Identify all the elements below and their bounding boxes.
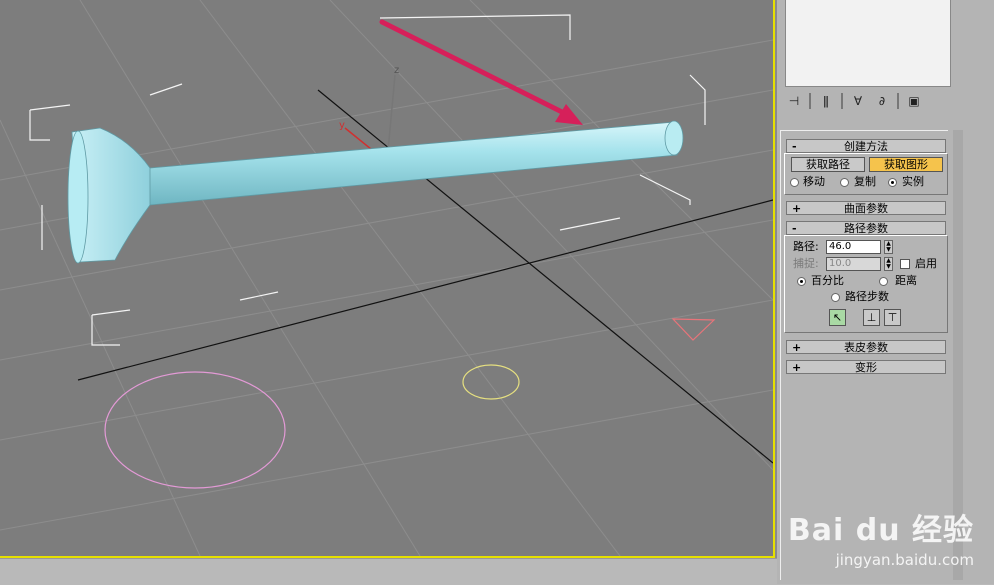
pin-stack-icon[interactable]: ⊣ — [785, 92, 803, 110]
radio-percent-label: 百分比 — [811, 274, 844, 287]
expand-toggle: + — [792, 202, 802, 215]
command-panel: ⊣ ǁ ∀ ∂ ▣ - 创建方法 获取路径 获取图形 移动 复制 实例 + 曲面… — [777, 0, 994, 584]
collapse-toggle: - — [792, 140, 797, 153]
gizmo-y-label: y — [339, 120, 345, 131]
get-path-button[interactable]: 获取路径 — [791, 157, 865, 172]
path-value-input[interactable]: 46.0 — [826, 240, 881, 254]
rollout-title: 创建方法 — [844, 140, 888, 153]
radio-path-steps[interactable] — [831, 293, 840, 302]
snap-label: 捕捉: — [793, 257, 819, 270]
viewport-scene: x z y — [0, 0, 773, 556]
radio-copy[interactable] — [840, 178, 849, 187]
radio-instance[interactable] — [888, 178, 897, 187]
rollout-path-params-header[interactable]: - 路径参数 — [786, 221, 946, 235]
collapse-toggle: - — [792, 222, 797, 235]
show-end-result-icon[interactable]: ǁ — [817, 92, 835, 110]
radio-move[interactable] — [790, 178, 799, 187]
radio-instance-label: 实例 — [902, 175, 924, 188]
rollout-title: 路径参数 — [844, 222, 888, 235]
path-label: 路径: — [793, 240, 819, 253]
radio-copy-label: 复制 — [854, 175, 876, 188]
snap-spinner[interactable]: ▲ ▼ — [884, 257, 893, 271]
configure-sets-icon[interactable]: ▣ — [905, 92, 923, 110]
lofted-object[interactable] — [67, 120, 684, 264]
rollout-title: 曲面参数 — [844, 202, 888, 215]
remove-modifier-icon[interactable]: ∂ — [873, 92, 891, 110]
grid-axis-line — [77, 199, 773, 381]
toolbar-separator — [841, 93, 843, 109]
pick-shape-icon[interactable]: ↖ — [829, 309, 846, 326]
radio-percent[interactable] — [797, 277, 806, 286]
radio-move-label: 移动 — [803, 175, 825, 188]
command-panel-tabs: ⊣ ǁ ∀ ∂ ▣ — [785, 90, 945, 112]
path-circle-shape[interactable] — [104, 371, 286, 489]
watermark-brand: Bai du 经验 — [787, 513, 974, 548]
small-circle-shape[interactable] — [462, 364, 520, 400]
expand-toggle: + — [792, 361, 802, 374]
rollout-deformation-header[interactable]: + 变形 — [786, 360, 946, 374]
enable-label: 启用 — [915, 257, 937, 270]
radio-distance[interactable] — [879, 277, 888, 286]
enable-checkbox[interactable] — [900, 259, 910, 269]
rollout-path-params-body: 路径: 46.0 ▲ ▼ 捕捉: 10.0 ▲ ▼ 启用 百分比 距离 路径步数 ↖… — [784, 235, 948, 333]
previous-shape-icon[interactable]: ⊥ — [863, 309, 880, 326]
make-unique-icon[interactable]: ∀ — [849, 92, 867, 110]
rollout-title: 变形 — [855, 361, 877, 374]
radio-distance-label: 距离 — [895, 274, 917, 287]
rollout-create-method-header[interactable]: - 创建方法 — [786, 139, 946, 153]
toolbar-separator — [897, 93, 899, 109]
rollout-title: 表皮参数 — [844, 341, 888, 354]
get-shape-button[interactable]: 获取图形 — [869, 157, 943, 172]
name-color-preview — [785, 0, 951, 87]
radio-path-steps-label: 路径步数 — [845, 290, 889, 303]
rollout-skin-params-header[interactable]: + 表皮参数 — [786, 340, 946, 354]
snap-value-input[interactable]: 10.0 — [826, 257, 881, 271]
toolbar-separator — [809, 93, 811, 109]
triangle-shape[interactable] — [671, 318, 716, 341]
rollout-surface-params-header[interactable]: + 曲面参数 — [786, 201, 946, 215]
grid — [0, 0, 773, 556]
gizmo-z-label: z — [394, 65, 399, 76]
watermark-url: jingyan.baidu.com — [835, 551, 974, 569]
rollout-create-method-body: 获取路径 获取图形 移动 复制 实例 — [784, 153, 948, 195]
perspective-viewport[interactable]: x z y — [0, 0, 775, 558]
annotation-arrow — [379, 19, 583, 125]
expand-toggle: + — [792, 341, 802, 354]
watermark: Bai du 经验 jingyan.baidu.com — [788, 505, 974, 569]
path-spinner[interactable]: ▲ ▼ — [884, 240, 893, 254]
next-shape-icon[interactable]: ⊤ — [884, 309, 901, 326]
